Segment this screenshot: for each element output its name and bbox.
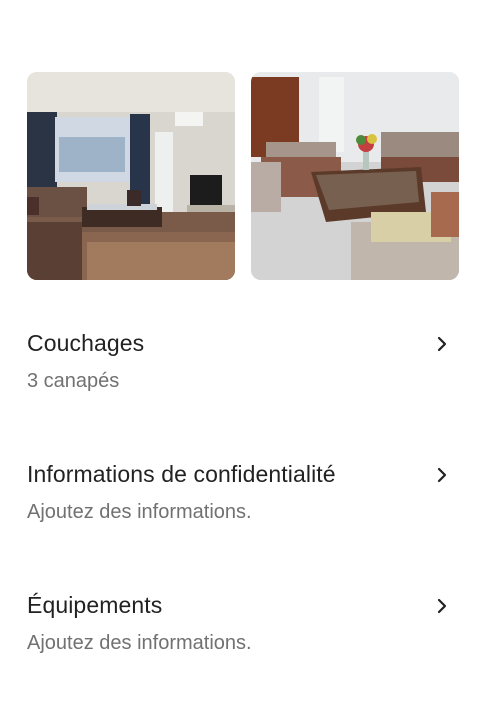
privacy-info-row[interactable]: Informations de confidentialité Ajoutez … bbox=[27, 461, 459, 541]
chevron-right-icon bbox=[435, 467, 449, 483]
listing-details-page: · · · · · · bbox=[0, 0, 486, 720]
row-subtitle: Ajoutez des informations. bbox=[27, 501, 252, 523]
row-title: Couchages bbox=[27, 330, 145, 356]
cut-off-header-text: · · · · · · bbox=[27, 0, 91, 6]
row-subtitle: 3 canapés bbox=[27, 370, 120, 392]
row-title: Informations de confidentialité bbox=[27, 461, 336, 487]
listing-photo-2[interactable] bbox=[251, 72, 459, 280]
amenities-row[interactable]: Équipements Ajoutez des informations. bbox=[27, 592, 459, 672]
living-room-image-1 bbox=[27, 72, 235, 280]
row-title: Équipements bbox=[27, 592, 163, 618]
living-room-image-2 bbox=[251, 72, 459, 280]
row-subtitle: Ajoutez des informations. bbox=[27, 632, 252, 654]
chevron-right-icon bbox=[435, 336, 449, 352]
photo-gallery bbox=[27, 72, 459, 280]
chevron-right-icon bbox=[435, 598, 449, 614]
sleeping-arrangements-row[interactable]: Couchages 3 canapés bbox=[27, 330, 459, 410]
listing-photo-1[interactable] bbox=[27, 72, 235, 280]
